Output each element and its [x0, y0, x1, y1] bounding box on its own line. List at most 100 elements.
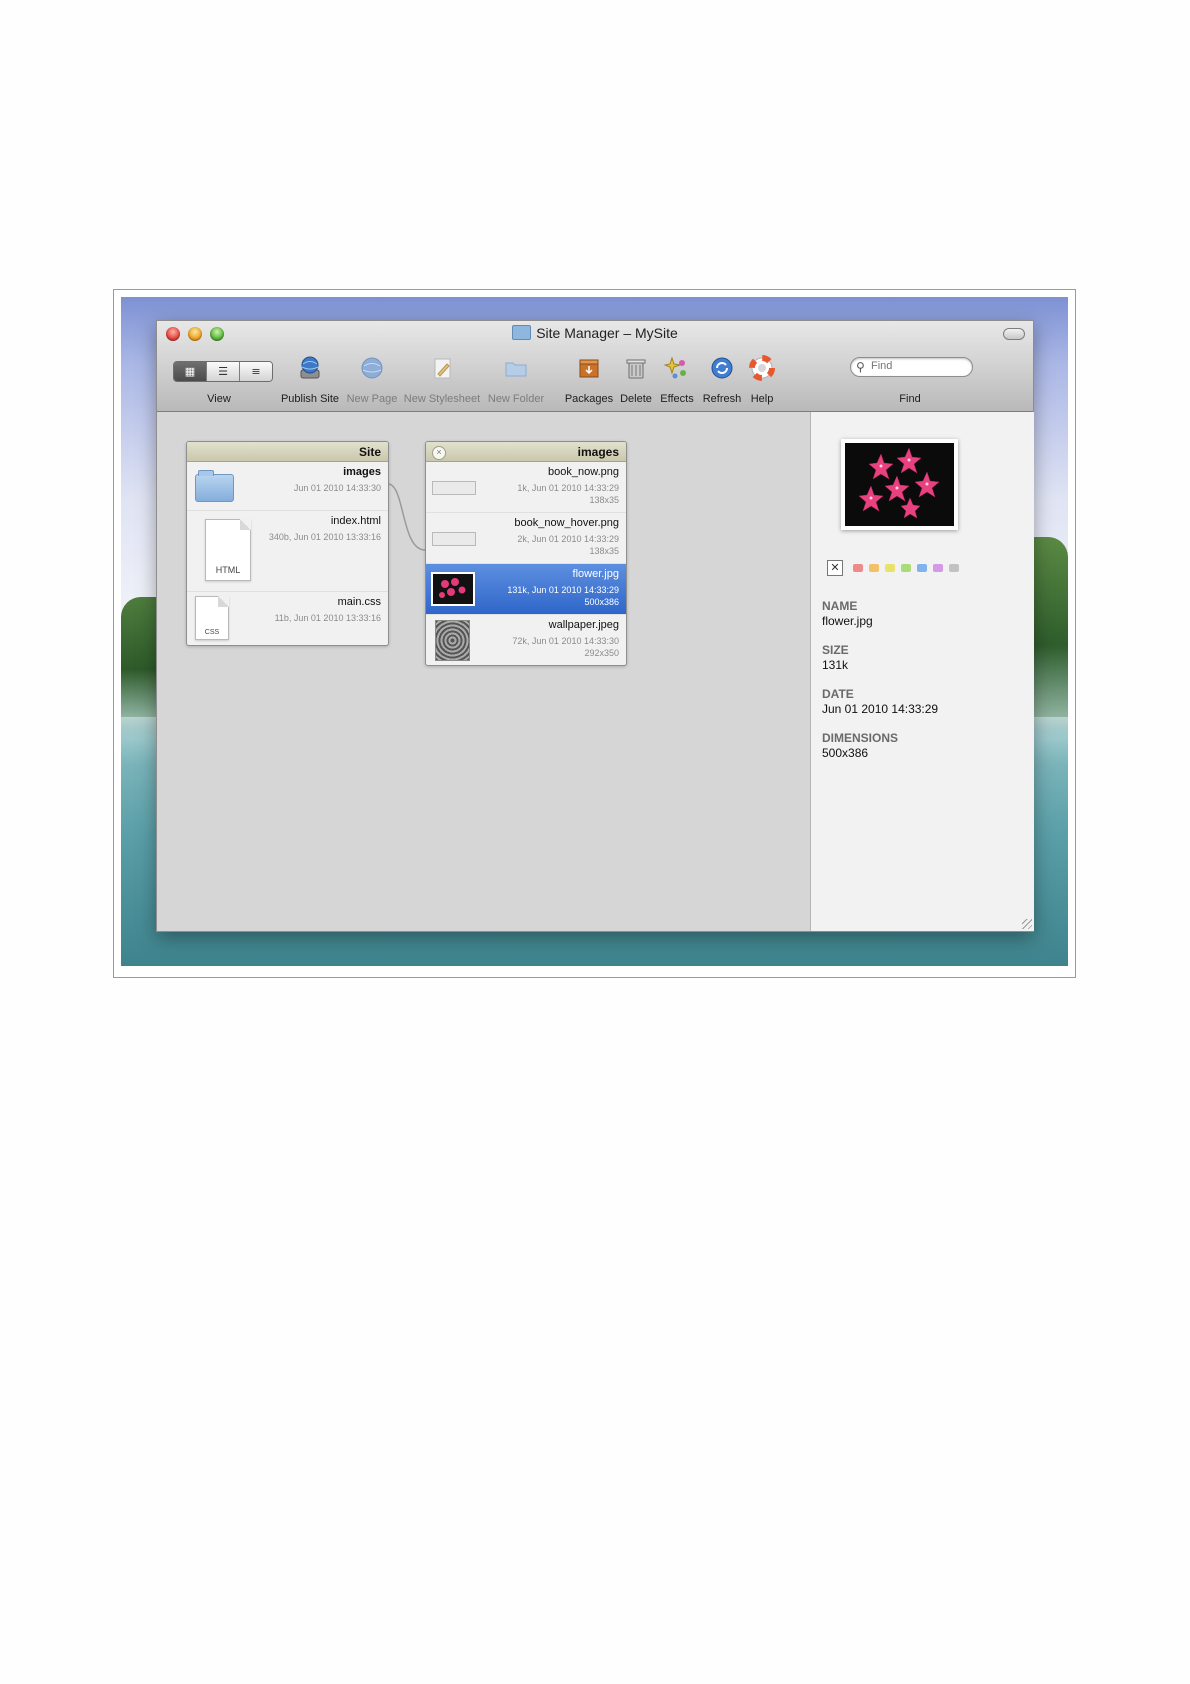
icon-view-button[interactable]: ▦	[174, 362, 207, 381]
label-blue[interactable]	[917, 564, 927, 572]
folder-icon	[505, 362, 527, 377]
search-field[interactable]: ⚲	[850, 357, 973, 377]
flower-preview-image	[845, 443, 954, 526]
view-label: View	[207, 393, 231, 405]
images-panel-title: × images	[426, 442, 626, 462]
info-date: DATE Jun 01 2010 14:33:29	[822, 687, 938, 716]
view-mode-control: ▦ ☰ ≡	[173, 361, 273, 382]
connector-line	[387, 483, 426, 551]
search-input[interactable]	[871, 359, 961, 373]
window-title: Site Manager – MySite	[536, 325, 678, 341]
refresh-icon	[711, 357, 733, 379]
site-panel: Site images Jun 01 2010 14:33:30 HTML in…	[186, 441, 389, 646]
effects-button[interactable]: Effects	[660, 393, 693, 405]
list-item[interactable]: CSS main.css 11b, Jun 01 2010 13:33:16	[187, 592, 388, 645]
item-meta-info: 131k, Jun 01 2010 14:33:29	[507, 585, 619, 595]
image-thumbnail	[432, 481, 476, 495]
globe-icon	[361, 357, 383, 379]
item-name: main.css	[337, 596, 381, 608]
item-dimensions: 138x35	[589, 546, 619, 556]
site-panel-title: Site	[187, 442, 388, 462]
info-dimensions: DIMENSIONS 500x386	[822, 731, 898, 760]
item-dimensions: 500x386	[584, 597, 619, 607]
flower-image	[439, 578, 466, 598]
wallpaper-thumbnail	[435, 620, 470, 661]
new-page-button[interactable]: New Page	[347, 393, 398, 405]
label-gray[interactable]	[949, 564, 959, 572]
list-item[interactable]: book_now_hover.png 2k, Jun 01 2010 14:33…	[426, 513, 626, 564]
list-item-selected[interactable]: flower.jpg 131k, Jun 01 2010 14:33:29 500…	[426, 564, 626, 615]
item-meta: 340b, Jun 01 2010 13:33:16	[268, 532, 381, 542]
image-preview	[841, 439, 958, 530]
color-labels: ✕	[827, 560, 959, 576]
globe-disk-icon	[300, 356, 320, 379]
panel-title-text: images	[577, 445, 619, 459]
label-green[interactable]	[901, 564, 911, 572]
info-value: Jun 01 2010 14:33:29	[822, 702, 939, 716]
list-item[interactable]: book_now.png 1k, Jun 01 2010 14:33:29 138…	[426, 462, 626, 513]
folder-icon	[195, 470, 234, 502]
item-meta: Jun 01 2010 14:33:30	[293, 483, 381, 493]
folder-icon	[512, 325, 532, 340]
file-badge: CSS	[204, 629, 220, 636]
label-red[interactable]	[853, 564, 863, 572]
item-name: wallpaper.jpeg	[548, 619, 619, 631]
help-button[interactable]: Help	[751, 393, 774, 405]
flower-thumbnail	[431, 572, 475, 606]
search-icon: ⚲	[856, 360, 865, 374]
trash-icon	[626, 359, 646, 379]
info-key: DIMENSIONS	[822, 731, 899, 745]
grid-icon: ▦	[184, 365, 196, 378]
new-stylesheet-button[interactable]: New Stylesheet	[404, 393, 480, 405]
lifebuoy-icon	[749, 355, 775, 381]
info-value: 131k	[822, 658, 849, 672]
image-thumbnail	[432, 532, 476, 546]
item-name: index.html	[330, 515, 381, 527]
info-size: SIZE 131k	[822, 643, 849, 672]
desktop-trees-right	[1028, 537, 1068, 717]
list-item[interactable]: HTML index.html 340b, Jun 01 2010 13:33:…	[187, 511, 388, 592]
package-box-icon	[579, 359, 599, 378]
clear-label-button[interactable]: ✕	[827, 560, 843, 576]
list-item[interactable]: images Jun 01 2010 14:33:30	[187, 462, 388, 511]
info-name: NAME flower.jpg	[822, 599, 873, 628]
label-yellow[interactable]	[885, 564, 895, 572]
inspector-panel: ✕ NAME flower.jpg SIZE 131k DATE Jun 01 …	[810, 412, 1034, 931]
item-name: book_now.png	[548, 466, 619, 478]
info-key: DATE	[822, 687, 854, 701]
flower-image	[858, 447, 940, 519]
toolbar-toggle-button[interactable]	[1003, 328, 1025, 340]
label-orange[interactable]	[869, 564, 879, 572]
info-key: SIZE	[822, 643, 849, 657]
columns-icon: ≡	[251, 365, 261, 378]
delete-button[interactable]: Delete	[620, 393, 652, 405]
refresh-button[interactable]: Refresh	[703, 393, 742, 405]
titlebar-toolbar: Site Manager – MySite ▦ ☰ ≡ View Publish…	[157, 321, 1033, 412]
item-meta: 2k, Jun 01 2010 14:33:29 138x35	[517, 533, 619, 557]
html-file-icon: HTML	[205, 519, 251, 581]
browser-area: Site images Jun 01 2010 14:33:30 HTML in…	[157, 412, 809, 931]
item-name: book_now_hover.png	[514, 517, 619, 529]
info-value: 500x386	[822, 746, 869, 760]
info-value: flower.jpg	[822, 614, 873, 628]
window-title-bar: Site Manager – MySite	[157, 325, 1033, 341]
close-panel-icon[interactable]: ×	[432, 446, 446, 460]
desktop-trees-left	[121, 597, 161, 717]
item-meta-info: 1k, Jun 01 2010 14:33:29	[517, 483, 619, 493]
resize-handle[interactable]	[1022, 919, 1032, 929]
item-meta: 11b, Jun 01 2010 13:33:16	[274, 613, 381, 623]
sparkle-icon	[664, 356, 686, 379]
list-item[interactable]: wallpaper.jpeg 72k, Jun 01 2010 14:33:30…	[426, 615, 626, 665]
label-purple[interactable]	[933, 564, 943, 572]
packages-button[interactable]: Packages	[565, 393, 613, 405]
publish-site-button[interactable]: Publish Site	[281, 393, 339, 405]
find-label: Find	[899, 393, 921, 405]
item-meta-info: 72k, Jun 01 2010 14:33:30	[512, 636, 619, 646]
new-folder-button[interactable]: New Folder	[488, 393, 544, 405]
list-view-button[interactable]: ☰	[207, 362, 240, 381]
column-view-button[interactable]: ≡	[240, 362, 272, 381]
info-key: NAME	[822, 599, 858, 613]
item-meta: 131k, Jun 01 2010 14:33:29 500x386	[507, 584, 619, 608]
images-panel: × images book_now.png 1k, Jun 01 2010 14:…	[425, 441, 627, 666]
item-name: images	[343, 466, 381, 478]
